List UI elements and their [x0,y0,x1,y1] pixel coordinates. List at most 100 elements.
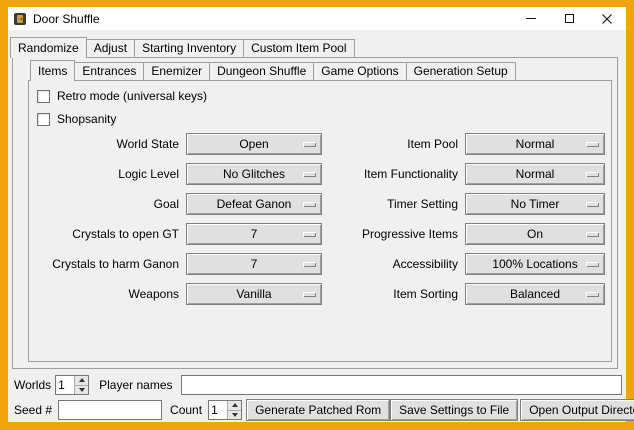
crystals-gt-value: 7 [251,227,258,241]
logic-level-label: Logic Level [29,167,179,181]
field-row: Crystals to harm Ganon 7 [29,249,322,279]
progressive-items-value: On [527,227,543,241]
accessibility-label: Accessibility [340,257,458,271]
retro-mode-row: Retro mode (universal keys) [37,88,207,104]
generation-row: Seed # Count Generate Patched Rom Save S… [14,399,622,421]
weapons-label: Weapons [29,287,179,301]
retro-mode-label: Retro mode (universal keys) [57,89,207,103]
dropdown-indicator-icon [586,232,599,237]
goal-value: Defeat Ganon [217,197,292,211]
count-spinner-arrows [227,401,241,419]
timer-setting-dropdown[interactable]: No Timer [465,193,605,215]
crystals-gt-dropdown[interactable]: 7 [186,223,322,245]
tab-adjust[interactable]: Adjust [86,39,135,57]
seed-input[interactable] [58,400,162,420]
arrow-up-icon [79,378,85,382]
window-controls [512,7,626,30]
open-output-directory-button[interactable]: Open Output Directory [520,399,634,421]
goal-dropdown[interactable]: Defeat Ganon [186,193,322,215]
shopsanity-label: Shopsanity [57,112,116,126]
tab-custom-item-pool[interactable]: Custom Item Pool [243,39,354,57]
main-tab-bar: Randomize Adjust Starting Inventory Cust… [10,36,355,57]
subtab-enemizer[interactable]: Enemizer [143,62,210,80]
count-input[interactable] [209,401,227,419]
retro-mode-checkbox[interactable] [37,90,50,103]
count-spinner [208,400,242,420]
item-pool-dropdown[interactable]: Normal [465,133,605,155]
player-names-input[interactable] [181,375,623,395]
options-column-left: World State Open Logic Level No Glitches… [29,129,322,309]
field-row: Item Sorting Balanced [340,279,605,309]
arrow-down-icon [232,413,238,417]
door-shuffle-window: { "window": { "title": "Door Shuffle" },… [0,0,634,430]
subtab-items[interactable]: Items [30,60,75,81]
item-pool-value: Normal [516,137,555,151]
tab-starting-inventory[interactable]: Starting Inventory [134,39,244,57]
crystals-ganon-value: 7 [251,257,258,271]
field-row: Weapons Vanilla [29,279,322,309]
subtab-entrances[interactable]: Entrances [74,62,144,80]
dropdown-indicator-icon [303,172,316,177]
subtab-game-options[interactable]: Game Options [313,62,406,80]
save-settings-button[interactable]: Save Settings to File [390,399,518,421]
worlds-spin-up-button[interactable] [75,376,88,385]
dropdown-indicator-icon [586,172,599,177]
minimize-button[interactable] [512,7,550,30]
item-sorting-dropdown[interactable]: Balanced [465,283,605,305]
shopsanity-row: Shopsanity [37,111,116,127]
minimize-icon [526,18,536,19]
world-state-label: World State [29,137,179,151]
field-row: Logic Level No Glitches [29,159,322,189]
weapons-value: Vanilla [236,287,271,301]
progressive-items-dropdown[interactable]: On [465,223,605,245]
client-area: Randomize Adjust Starting Inventory Cust… [8,30,626,422]
close-button[interactable] [588,7,626,30]
worlds-input[interactable] [56,376,74,394]
maximize-icon [565,14,574,23]
progressive-items-label: Progressive Items [340,227,458,241]
arrow-up-icon [232,403,238,407]
crystals-ganon-dropdown[interactable]: 7 [186,253,322,275]
field-row: Progressive Items On [340,219,605,249]
item-functionality-dropdown[interactable]: Normal [465,163,605,185]
field-row: Item Pool Normal [340,129,605,159]
arrow-down-icon [79,388,85,392]
dropdown-indicator-icon [586,142,599,147]
count-spin-up-button[interactable] [228,401,241,410]
dropdown-indicator-icon [586,262,599,267]
worlds-spin-down-button[interactable] [75,385,88,395]
maximize-button[interactable] [550,7,588,30]
randomize-panel: Items Entrances Enemizer Dungeon Shuffle… [12,57,618,369]
logic-level-value: No Glitches [223,167,285,181]
generate-patched-rom-button[interactable]: Generate Patched Rom [246,399,390,421]
dropdown-indicator-icon [303,292,316,297]
multiworld-row: Worlds Player names [14,374,622,396]
seed-label: Seed # [14,403,52,417]
item-pool-label: Item Pool [340,137,458,151]
item-functionality-label: Item Functionality [340,167,458,181]
accessibility-value: 100% Locations [492,257,577,271]
item-sorting-value: Balanced [510,287,560,301]
field-row: Crystals to open GT 7 [29,219,322,249]
accessibility-dropdown[interactable]: 100% Locations [465,253,605,275]
field-row: World State Open [29,129,322,159]
options-column-right: Item Pool Normal Item Functionality Norm… [340,129,605,309]
count-label: Count [170,403,202,417]
shopsanity-checkbox[interactable] [37,113,50,126]
count-spin-down-button[interactable] [228,410,241,420]
player-names-label: Player names [99,378,172,392]
field-row: Item Functionality Normal [340,159,605,189]
subtab-dungeon-shuffle[interactable]: Dungeon Shuffle [209,62,314,80]
world-state-dropdown[interactable]: Open [186,133,322,155]
weapons-dropdown[interactable]: Vanilla [186,283,322,305]
field-row: Accessibility 100% Locations [340,249,605,279]
worlds-spinner-arrows [74,376,88,394]
crystals-gt-label: Crystals to open GT [29,227,179,241]
dropdown-indicator-icon [303,142,316,147]
titlebar: Door Shuffle [8,7,626,30]
worlds-spinner [55,375,89,395]
world-state-value: Open [239,137,268,151]
tab-randomize[interactable]: Randomize [10,37,87,58]
logic-level-dropdown[interactable]: No Glitches [186,163,322,185]
subtab-generation-setup[interactable]: Generation Setup [406,62,516,80]
